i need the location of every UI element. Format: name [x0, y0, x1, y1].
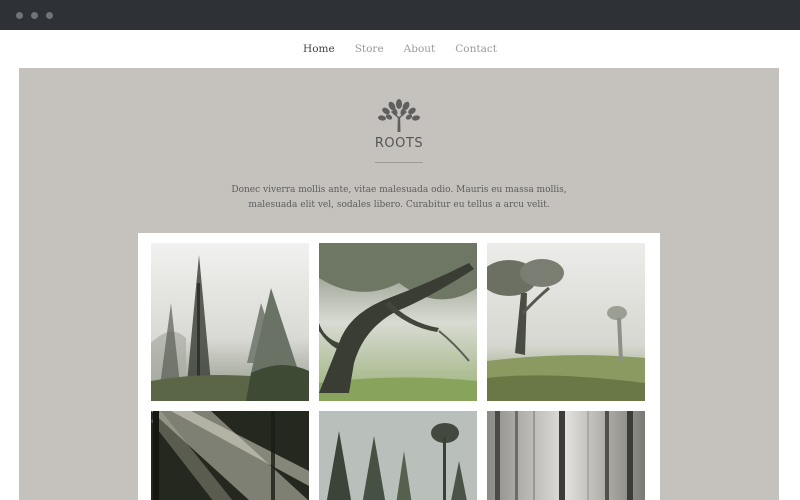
brand-name: ROOTS — [374, 136, 424, 151]
nav-link-contact[interactable]: Contact — [455, 43, 497, 55]
nav-link-store[interactable]: Store — [355, 43, 384, 55]
window-minimize-dot[interactable] — [31, 12, 38, 19]
gallery-photo-misty-trunks[interactable] — [487, 411, 645, 500]
gallery-photo-sun-rays[interactable] — [151, 411, 309, 500]
window-titlebar — [0, 0, 800, 30]
nav-link-home[interactable]: Home — [303, 43, 335, 55]
window-maximize-dot[interactable] — [46, 12, 53, 19]
photo-gallery — [138, 233, 660, 500]
top-navigation: Home Store About Contact — [0, 30, 800, 68]
gallery-photo-mossy-tree[interactable] — [319, 243, 477, 401]
gallery-photo-pine-silhouettes[interactable] — [319, 411, 477, 500]
hero-description: Donec viverra mollis ante, vitae malesua… — [231, 185, 567, 210]
gallery-photo-misty-pine[interactable] — [151, 243, 309, 401]
brand-divider — [375, 162, 423, 163]
nav-link-about[interactable]: About — [404, 43, 436, 55]
window-close-dot[interactable] — [16, 12, 23, 19]
gallery-photo-twisted-trees[interactable] — [487, 243, 645, 401]
hero-section: ROOTS Donec viverra mollis ante, vitae m… — [19, 68, 779, 500]
tree-icon — [378, 99, 420, 132]
